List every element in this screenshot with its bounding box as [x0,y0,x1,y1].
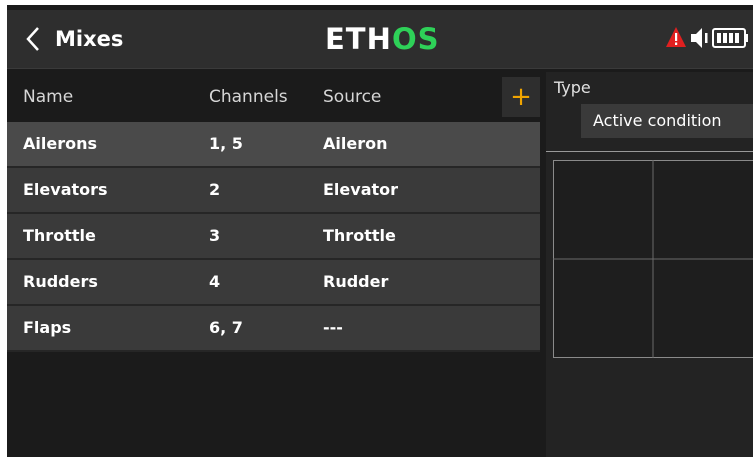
row-channels: 3 [209,226,221,245]
radio-screen: Mixes ETH OS Name Channels Source + Aile… [7,5,753,457]
panel-divider [546,151,753,152]
row-source: --- [323,318,343,337]
add-mix-button[interactable]: + [502,77,540,117]
row-channels: 6, 7 [209,318,243,337]
table-row[interactable]: Ailerons 1, 5 Aileron [7,122,540,168]
mix-detail-panel: Type Active condition [546,72,753,457]
column-header-channels: Channels [209,87,288,107]
row-name: Ailerons [23,134,97,153]
column-header-name: Name [23,87,74,107]
svg-text:OS: OS [392,22,440,54]
battery-icon [712,28,748,48]
type-label: Type [554,78,591,97]
mix-curve-graph [553,160,753,358]
row-name: Throttle [23,226,96,245]
speaker-icon[interactable] [691,28,708,48]
row-name: Elevators [23,180,108,199]
type-select[interactable]: Active condition [581,104,753,138]
table-row[interactable]: Flaps 6, 7 --- [7,306,540,352]
table-row[interactable]: Rudders 4 Rudder [7,260,540,306]
row-source: Throttle [323,226,396,245]
ethos-logo: ETH OS [325,22,440,54]
svg-text:ETH: ETH [325,22,392,54]
table-row[interactable]: Throttle 3 Throttle [7,214,540,260]
row-name: Rudders [23,272,98,291]
top-bar: Mixes ETH OS [7,10,753,69]
page-title: Mixes [55,27,124,51]
back-button[interactable] [21,22,47,56]
table-header: Name Channels Source [7,72,540,122]
back-chevron-icon [26,27,39,51]
table-row[interactable]: Elevators 2 Elevator [7,168,540,214]
row-source: Elevator [323,180,399,199]
row-name: Flaps [23,318,72,337]
status-area [665,23,751,53]
row-channels: 1, 5 [209,134,243,153]
row-channels: 4 [209,272,221,291]
column-header-source: Source [323,87,382,107]
row-channels: 2 [209,180,221,199]
row-source: Rudder [323,272,389,291]
warning-icon[interactable] [666,27,686,47]
row-source: Aileron [323,134,388,153]
